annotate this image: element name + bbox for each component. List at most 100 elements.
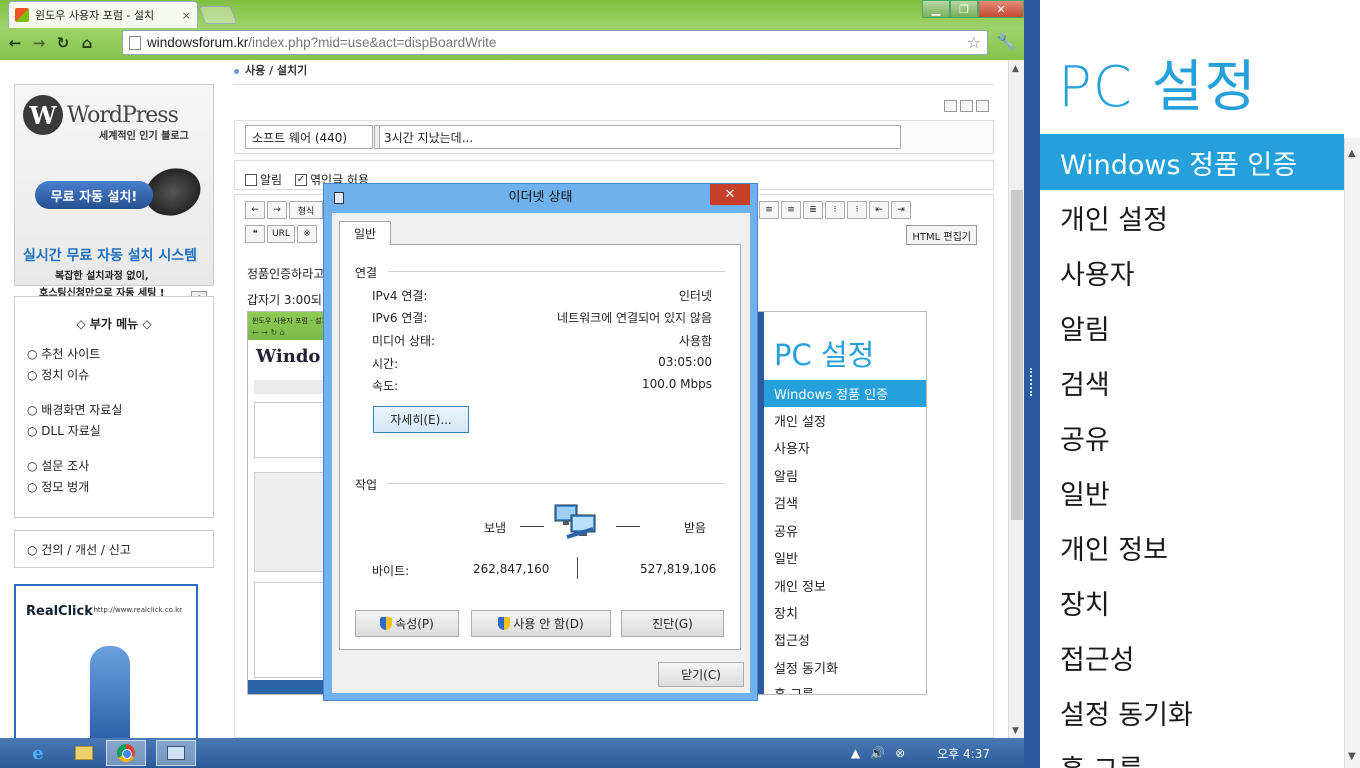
tab-general[interactable]: 일반: [339, 221, 391, 245]
unordered-list-icon[interactable]: ⁝: [847, 201, 867, 219]
dialog-body: 일반 연결 IPv4 연결: 인터넷 IPv6 연결: 네트워크에 연결되어 있…: [332, 213, 750, 693]
format-select[interactable]: 형식: [289, 201, 323, 219]
pc-item-activation[interactable]: Windows 정품 인증: [1040, 134, 1344, 190]
justify-icon[interactable]: ≣: [803, 201, 823, 219]
forward-arrow-icon[interactable]: →: [30, 34, 48, 52]
home-icon[interactable]: ⌂: [78, 34, 96, 52]
time-value: 03:05:00: [658, 355, 712, 369]
ad-install-button[interactable]: 무료 자동 설치!: [35, 181, 153, 209]
pc-item-search[interactable]: 검색: [1040, 355, 1344, 410]
url-button[interactable]: URL: [267, 225, 295, 243]
general-panel: 연결 IPv4 연결: 인터넷 IPv6 연결: 네트워크에 연결되어 있지 않…: [339, 244, 741, 650]
disable-button[interactable]: 사용 안 함(D): [471, 610, 611, 637]
menu-link-survey[interactable]: ○ 설문 조사: [27, 457, 89, 474]
new-tab-button[interactable]: [198, 6, 238, 24]
bookmark-star-icon[interactable]: ☆: [967, 33, 981, 52]
maximize-button[interactable]: ❐: [950, 0, 978, 18]
clock[interactable]: 오후 4:37: [937, 745, 990, 762]
embedded-pc-title: PC 설정: [774, 338, 875, 372]
pc-settings-scrollbar[interactable]: ▲ ▼: [1344, 138, 1360, 768]
page-scrollbar[interactable]: ▲ ▼: [1008, 60, 1024, 738]
wrench-menu-icon[interactable]: 🔧: [996, 32, 1016, 51]
media-label: 미디어 상태:: [372, 334, 436, 348]
bullet-icon: [234, 68, 239, 74]
realclick-ad-banner[interactable]: RealClick http://www.realclick.co.kr: [14, 584, 198, 738]
window-close-button[interactable]: ✕: [978, 0, 1024, 18]
close-button[interactable]: 닫기(C): [658, 662, 744, 687]
snap-divider[interactable]: [1024, 0, 1040, 768]
undo-icon[interactable]: ←: [245, 201, 265, 219]
pc-item-users[interactable]: 사용자: [1040, 245, 1344, 300]
details-button[interactable]: 자세히(E)...: [373, 406, 469, 433]
embedded-pc-item: 알림: [774, 470, 798, 485]
special-char-icon[interactable]: ※: [297, 225, 317, 243]
ethernet-status-dialog: 이더넷 상태 ✕ 일반 연결 IPv4 연결: 인터넷 IPv6 연결: 네트워…: [323, 183, 758, 701]
scroll-down-icon[interactable]: ▼: [1012, 726, 1019, 736]
editor-text-line-1: 정품인증하라고: [247, 267, 325, 281]
list-view-icon[interactable]: [944, 100, 957, 112]
menu-link-meetup[interactable]: ○ 정모 벙개: [27, 478, 89, 495]
gallery-view-icon[interactable]: [976, 100, 989, 112]
reload-icon[interactable]: ↻: [54, 34, 72, 52]
scroll-down-icon[interactable]: ▼: [1348, 751, 1356, 762]
pc-item-personalize[interactable]: 개인 설정: [1040, 190, 1344, 245]
menu-link-politics[interactable]: ○ 정치 이슈: [27, 366, 89, 383]
pc-item-sync[interactable]: 설정 동기화: [1040, 685, 1344, 740]
media-value: 사용함: [678, 334, 712, 348]
embedded-pc-item: 장치: [774, 607, 798, 622]
webzine-view-icon[interactable]: [960, 100, 973, 112]
indent-icon[interactable]: ⇥: [891, 201, 911, 219]
properties-button[interactable]: 속성(P): [355, 610, 459, 637]
pc-item-share[interactable]: 공유: [1040, 410, 1344, 465]
embedded-pc-item: 접근성: [774, 634, 810, 649]
pc-item-devices[interactable]: 장치: [1040, 575, 1344, 630]
post-title-input[interactable]: 3시간 지났는데...: [379, 125, 901, 149]
taskbar-ie[interactable]: e: [18, 740, 58, 766]
ordered-list-icon[interactable]: ⁝: [825, 201, 845, 219]
wordpress-ad-banner[interactable]: W WordPress 세계적인 인기 블로그 무료 자동 설치! 실시간 무료…: [14, 84, 214, 307]
dialog-close-button[interactable]: ✕: [710, 184, 750, 205]
tab-close-icon[interactable]: ×: [182, 9, 191, 22]
align-right-icon[interactable]: ≡: [781, 201, 801, 219]
scroll-up-icon[interactable]: ▲: [1012, 64, 1019, 74]
scroll-up-icon[interactable]: ▲: [1348, 148, 1356, 159]
menu-link-wallpaper[interactable]: ○ 배경화면 자료실: [27, 401, 122, 418]
align-center-icon[interactable]: ≡: [759, 201, 779, 219]
quote-icon[interactable]: ❝: [245, 225, 265, 243]
pc-item-notifications[interactable]: 알림: [1040, 300, 1344, 355]
category-select[interactable]: 소프트 웨어 (440) ▼: [245, 125, 392, 149]
volume-icon[interactable]: 🔊: [870, 746, 885, 760]
checkbox-checked-icon: ✓: [295, 173, 307, 186]
pc-item-general[interactable]: 일반: [1040, 465, 1344, 520]
extra-menu-box: ◇ 부가 메뉴 ◇ ○ 추천 사이트 ○ 정치 이슈 ○ 배경화면 자료실 ○ …: [14, 296, 214, 518]
tab-title: 윈도우 사용자 포럼 - 설치: [35, 9, 155, 22]
embedded-pc-item: 개인 정보: [774, 580, 826, 595]
outdent-icon[interactable]: ⇤: [869, 201, 889, 219]
menu-link-recommended[interactable]: ○ 추천 사이트: [27, 345, 100, 362]
url-path: /index.php?mid=use&act=dispBoardWrite: [248, 35, 497, 50]
notify-checkbox[interactable]: 알림: [245, 171, 282, 188]
redo-icon[interactable]: →: [267, 201, 287, 219]
pc-item-privacy[interactable]: 개인 정보: [1040, 520, 1344, 575]
browser-tab[interactable]: 윈도우 사용자 포럼 - 설치 ×: [8, 1, 198, 28]
scroll-thumb[interactable]: [1011, 190, 1023, 520]
address-bar[interactable]: windowsforum.kr/index.php?mid=use&act=di…: [122, 30, 988, 55]
show-hidden-icons-icon[interactable]: ▲: [851, 746, 860, 760]
taskbar-network[interactable]: [156, 740, 196, 766]
back-arrow-icon[interactable]: ←: [6, 34, 24, 52]
pc-item-accessibility[interactable]: 접근성: [1040, 630, 1344, 685]
network-error-icon[interactable]: ⊗: [895, 746, 905, 760]
ad-title: WordPress: [67, 102, 179, 128]
pc-item-homegroup[interactable]: 홈 그룹: [1040, 740, 1344, 768]
extra-menu-title: ◇ 부가 메뉴 ◇: [76, 317, 152, 331]
minimize-button[interactable]: ▁: [922, 0, 950, 18]
divider-grip-icon[interactable]: [1030, 368, 1034, 396]
menu-link-dll[interactable]: ○ DLL 자료실: [27, 422, 101, 439]
report-link[interactable]: ○ 건의 / 개선 / 신고: [14, 530, 214, 568]
taskbar-explorer[interactable]: [64, 740, 104, 766]
html-editor-button[interactable]: HTML 편집기: [906, 225, 977, 245]
taskbar-chrome[interactable]: [106, 740, 146, 766]
url-host: windowsforum.kr: [147, 35, 249, 50]
url-text[interactable]: windowsforum.kr/index.php?mid=use&act=di…: [147, 35, 961, 50]
diagnose-button[interactable]: 진단(G): [621, 610, 724, 637]
